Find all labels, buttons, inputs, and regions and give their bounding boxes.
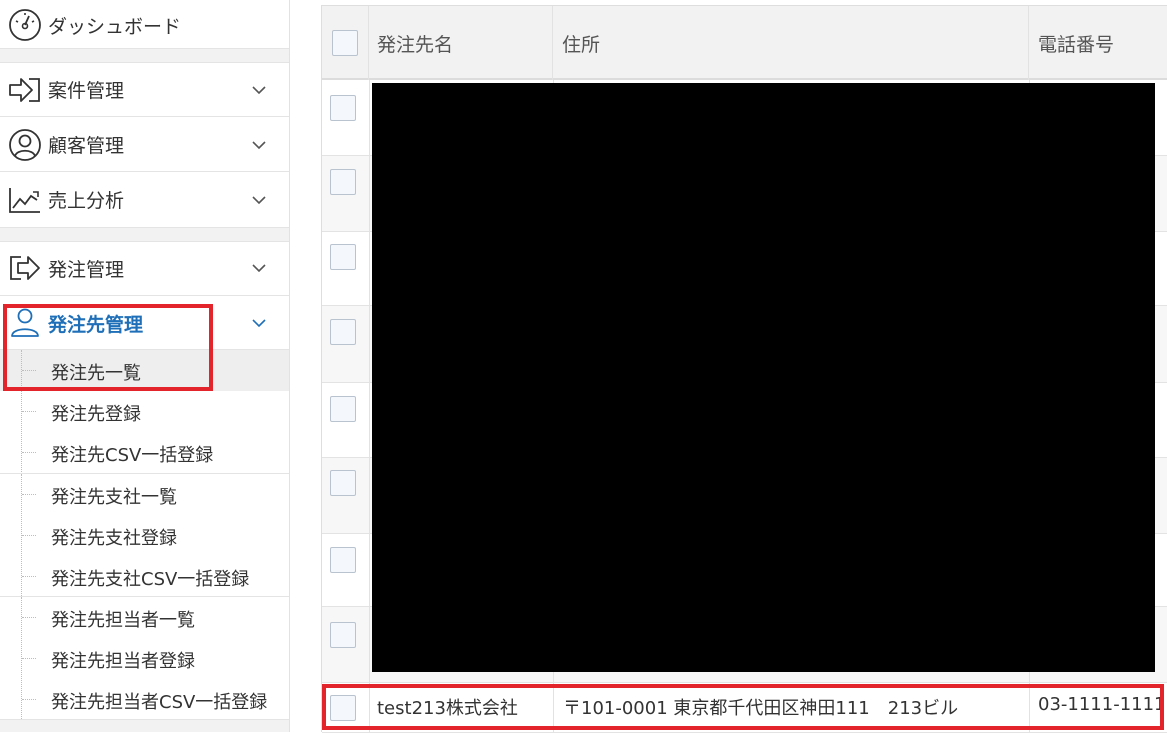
header-select-cell <box>322 6 369 80</box>
chevron-down-icon <box>250 136 268 154</box>
sidebar-item-sales-analysis[interactable]: 売上分析 <box>0 172 289 227</box>
sidebar-gap <box>0 720 289 732</box>
sign-in-arrow-icon <box>7 72 43 108</box>
user-circle-icon <box>7 127 43 163</box>
chevron-down-icon <box>250 81 268 99</box>
sidebar-gap <box>0 227 289 241</box>
column-header-phone[interactable]: 電話番号 <box>1029 6 1167 80</box>
subnav-item-contact-csv-import[interactable]: 発注先担当者CSV一括登録 <box>0 679 289 720</box>
divider <box>0 48 289 49</box>
column-header-name[interactable]: 発注先名 <box>369 6 553 80</box>
redaction-block <box>372 83 1155 672</box>
row-checkbox[interactable] <box>330 470 356 496</box>
tree-line <box>22 535 36 536</box>
sidebar-gap <box>0 48 289 62</box>
sidebar-item-label: 案件管理 <box>48 80 125 102</box>
supplier-table: 発注先名 住所 電話番号 test213株式会社 〒101-0001 東京都千代… <box>321 5 1167 733</box>
sidebar-item-label: 顧客管理 <box>48 135 125 157</box>
subnav-item-label: 発注先支社一覧 <box>51 487 177 508</box>
highlight-box-sidebar <box>3 304 213 391</box>
tree-line <box>22 576 36 577</box>
subnav-item-label: 発注先担当者CSV一括登録 <box>51 692 268 713</box>
row-checkbox[interactable] <box>330 319 356 345</box>
table-header: 発注先名 住所 電話番号 <box>322 6 1167 80</box>
row-checkbox[interactable] <box>330 396 356 422</box>
subnav-item-branch-csv-import[interactable]: 発注先支社CSV一括登録 <box>0 556 289 597</box>
tree-line <box>22 411 36 412</box>
highlight-box-table-row <box>322 684 1164 730</box>
subnav-item-branch-list[interactable]: 発注先支社一覧 <box>0 474 289 515</box>
sidebar-item-orders[interactable]: 発注管理 <box>0 241 289 295</box>
tree-line <box>22 658 36 659</box>
divider <box>0 227 289 228</box>
row-checkbox[interactable] <box>330 169 356 195</box>
chevron-down-icon <box>250 314 268 332</box>
sidebar-item-label: 発注管理 <box>48 258 125 281</box>
subnav-item-supplier-register[interactable]: 発注先登録 <box>0 391 289 432</box>
subnav-item-contact-register[interactable]: 発注先担当者登録 <box>0 638 289 679</box>
sidebar-item-customers[interactable]: 顧客管理 <box>0 117 289 172</box>
speedometer-icon <box>7 7 43 43</box>
sidebar-item-label: ダッシュボード <box>48 15 182 38</box>
tree-line <box>22 617 36 618</box>
chevron-down-icon <box>250 191 268 209</box>
row-checkbox[interactable] <box>330 547 356 573</box>
select-all-checkbox[interactable] <box>332 30 358 56</box>
export-arrow-icon <box>7 250 43 286</box>
tree-line <box>22 494 36 495</box>
subnav-item-supplier-csv-import[interactable]: 発注先CSV一括登録 <box>0 432 289 473</box>
chevron-down-icon <box>250 259 268 277</box>
row-checkbox[interactable] <box>330 622 356 648</box>
subnav-item-label: 発注先CSV一括登録 <box>51 445 214 466</box>
tree-line <box>22 699 36 700</box>
row-checkbox[interactable] <box>330 95 356 121</box>
tree-line <box>22 452 36 453</box>
sidebar-item-label: 売上分析 <box>48 190 125 212</box>
row-checkbox[interactable] <box>330 244 356 270</box>
sidebar-item-dashboard[interactable]: ダッシュボード <box>0 2 289 48</box>
subnav-item-label: 発注先担当者一覧 <box>51 610 195 631</box>
subnav-item-branch-register[interactable]: 発注先支社登録 <box>0 515 289 556</box>
sidebar-item-projects[interactable]: 案件管理 <box>0 62 289 117</box>
subnav-item-label: 発注先担当者登録 <box>51 651 195 672</box>
column-divider <box>369 80 370 733</box>
subnav-item-label: 発注先支社CSV一括登録 <box>51 569 250 590</box>
subnav-item-label: 発注先登録 <box>51 404 141 425</box>
column-header-address[interactable]: 住所 <box>553 6 1029 80</box>
subnav-item-contact-list[interactable]: 発注先担当者一覧 <box>0 597 289 638</box>
trend-chart-icon <box>7 182 43 218</box>
subnav-item-label: 発注先支社登録 <box>51 528 177 549</box>
